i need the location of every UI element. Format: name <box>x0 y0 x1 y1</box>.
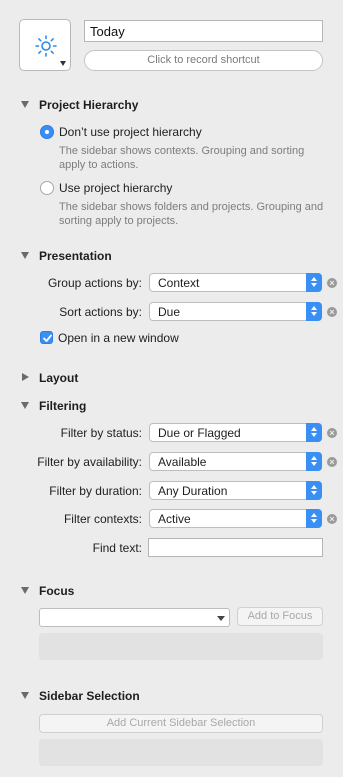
group-actions-clear-icon[interactable]: × <box>327 278 337 288</box>
find-text-label: Find text: <box>92 541 142 555</box>
radio-no-hierarchy[interactable] <box>40 125 54 139</box>
filtering-title: Filtering <box>39 399 87 413</box>
focus-title: Focus <box>39 584 75 598</box>
focus-disclosure-icon[interactable] <box>21 587 29 594</box>
add-to-focus-button[interactable]: Add to Focus <box>237 607 323 626</box>
filter-contexts-popup[interactable]: Active <box>149 509 322 528</box>
filter-status-popup[interactable]: Due or Flagged <box>149 423 322 442</box>
open-new-window-label: Open in a new window <box>58 331 179 345</box>
radio-use-hierarchy-description: The sidebar shows folders and projects. … <box>59 201 324 227</box>
checkmark-icon <box>43 334 52 342</box>
group-actions-label: Group actions by: <box>47 276 142 290</box>
filter-duration-label: Filter by duration: <box>49 484 142 498</box>
filter-status-clear-icon[interactable]: × <box>327 428 337 438</box>
filter-availability-stepper-icon <box>306 452 322 471</box>
filter-status-value: Due or Flagged <box>158 426 241 440</box>
layout-title: Layout <box>39 371 79 385</box>
filter-contexts-clear-icon[interactable]: × <box>327 514 337 524</box>
filter-availability-clear-icon[interactable]: × <box>327 457 337 467</box>
radio-use-hierarchy[interactable] <box>40 181 54 195</box>
filter-contexts-stepper-icon <box>306 509 322 528</box>
sun-icon <box>35 35 57 57</box>
find-text-input[interactable] <box>148 538 323 557</box>
sort-actions-popup[interactable]: Due <box>149 302 322 321</box>
filtering-disclosure-icon[interactable] <box>21 402 29 409</box>
layout-disclosure-icon[interactable] <box>22 373 29 381</box>
group-actions-value: Context <box>158 276 200 290</box>
focus-list-well <box>39 633 323 660</box>
focus-combo-box[interactable] <box>39 608 230 627</box>
sort-actions-clear-icon[interactable]: × <box>327 307 337 317</box>
perspective-name-field[interactable]: Today <box>84 20 323 42</box>
group-actions-stepper-icon <box>306 273 322 292</box>
sort-actions-label: Sort actions by: <box>59 305 142 319</box>
record-shortcut-button[interactable]: Click to record shortcut <box>84 50 323 71</box>
sidebar-selection-well <box>39 739 323 766</box>
sort-actions-value: Due <box>158 305 181 319</box>
project-hierarchy-title: Project Hierarchy <box>39 98 139 112</box>
perspective-icon-well[interactable] <box>19 19 71 71</box>
icon-menu-chevron-icon <box>60 61 66 66</box>
filter-duration-stepper-icon <box>306 481 322 500</box>
presentation-title: Presentation <box>39 249 112 263</box>
sort-actions-stepper-icon <box>306 302 322 321</box>
filter-availability-value: Available <box>158 455 207 469</box>
radio-use-hierarchy-label: Use project hierarchy <box>59 181 173 195</box>
filter-contexts-label: Filter contexts: <box>63 512 142 526</box>
filter-availability-popup[interactable]: Available <box>149 452 322 471</box>
open-new-window-checkbox[interactable] <box>40 331 53 344</box>
filter-contexts-value: Active <box>158 512 191 526</box>
sidebar-selection-disclosure-icon[interactable] <box>21 692 29 699</box>
filter-status-label: Filter by status: <box>60 426 142 440</box>
filter-duration-popup[interactable]: Any Duration <box>149 481 322 500</box>
project-hierarchy-disclosure-icon[interactable] <box>21 101 29 108</box>
filter-duration-value: Any Duration <box>158 484 228 498</box>
presentation-disclosure-icon[interactable] <box>21 252 29 259</box>
sidebar-selection-title: Sidebar Selection <box>39 689 140 703</box>
filter-status-stepper-icon <box>306 423 322 442</box>
add-sidebar-selection-button[interactable]: Add Current Sidebar Selection <box>39 714 323 733</box>
focus-combo-chevron-down-icon <box>217 616 225 621</box>
group-actions-popup[interactable]: Context <box>149 273 322 292</box>
radio-no-hierarchy-description: The sidebar shows contexts. Grouping and… <box>59 145 305 171</box>
filter-availability-label: Filter by availability: <box>37 455 142 469</box>
radio-no-hierarchy-label: Don’t use project hierarchy <box>59 125 202 139</box>
